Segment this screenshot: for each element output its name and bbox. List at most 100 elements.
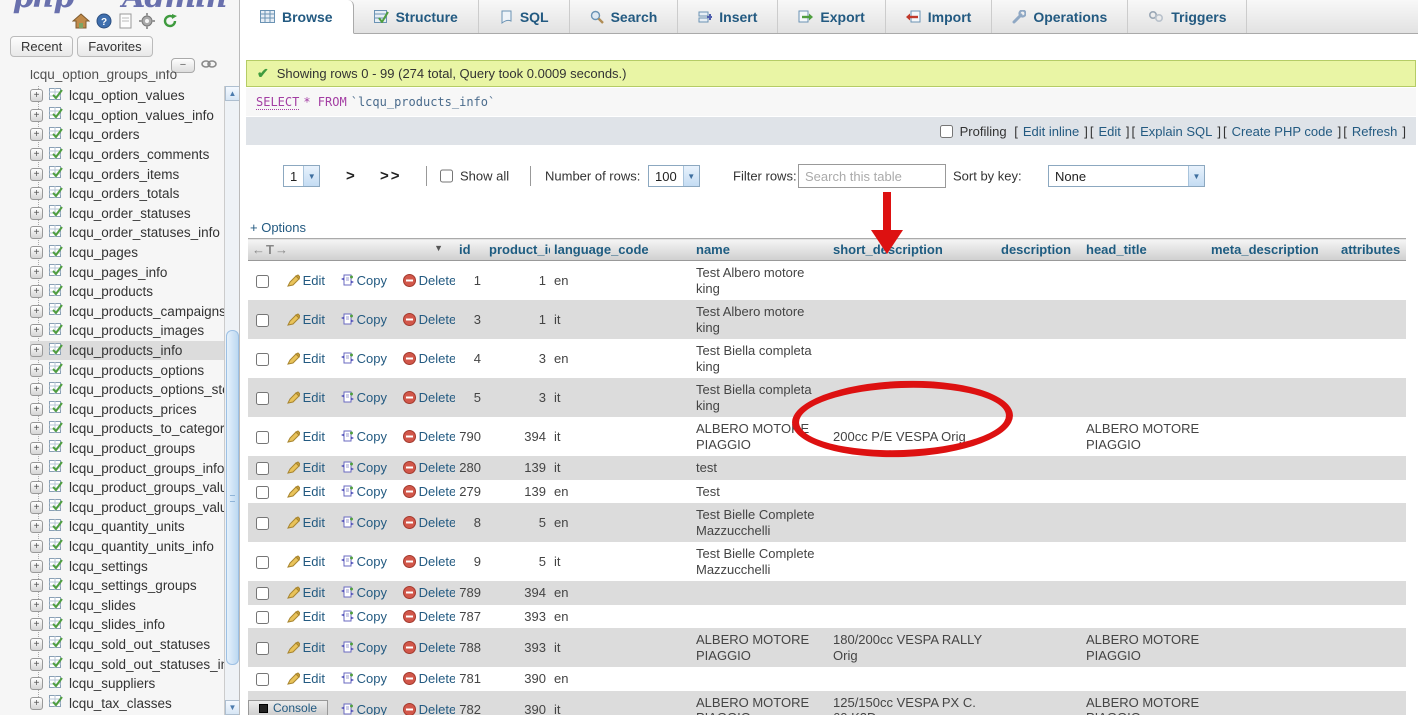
column-header-description[interactable]: description (997, 239, 1082, 261)
delete-link[interactable]: Delete (403, 429, 455, 444)
help-icon[interactable]: ? (96, 13, 112, 29)
expand-plus-icon[interactable]: + (30, 364, 43, 377)
edit-link[interactable]: Edit (287, 460, 325, 475)
tab-export[interactable]: Export (778, 0, 885, 33)
tab-structure[interactable]: Structure (354, 0, 479, 33)
delete-link[interactable]: Delete (403, 390, 455, 405)
tab-insert[interactable]: Insert (678, 0, 778, 33)
row-checkbox[interactable] (256, 314, 269, 327)
scroll-down-icon[interactable]: ▼ (225, 700, 239, 715)
delete-link[interactable]: Delete (403, 640, 455, 655)
expand-plus-icon[interactable]: + (30, 540, 43, 553)
tab-browse[interactable]: Browse (240, 0, 354, 34)
sidebar-scrollbar[interactable]: ▲ ▼ (224, 86, 239, 715)
edit-link[interactable]: Edit (287, 429, 325, 444)
copy-link[interactable]: Copy (341, 515, 387, 530)
copy-link[interactable]: Copy (341, 484, 387, 499)
expand-plus-icon[interactable]: + (30, 599, 43, 612)
sidebar-table-item[interactable]: + lcqu_option_values (30, 86, 239, 106)
sidebar-table-item[interactable]: + lcqu_sold_out_statuses (30, 635, 239, 655)
edit-link[interactable]: Edit (287, 390, 325, 405)
doc-icon[interactable] (118, 13, 133, 29)
delete-link[interactable]: Delete (403, 484, 455, 499)
sidebar-table-item[interactable]: + lcqu_option_values_info (30, 106, 239, 126)
row-checkbox[interactable] (256, 611, 269, 624)
column-header-short-description[interactable]: short_description (829, 239, 997, 261)
column-options-arrow-icon[interactable]: ▼ (434, 243, 443, 253)
expand-plus-icon[interactable]: + (30, 168, 43, 181)
sidebar-table-item[interactable]: + lcqu_settings_groups (30, 576, 239, 596)
copy-link[interactable]: Copy (341, 585, 387, 600)
copy-link[interactable]: Copy (341, 671, 387, 686)
row-checkbox[interactable] (256, 587, 269, 600)
copy-link[interactable]: Copy (341, 702, 387, 715)
show-all-checkbox[interactable] (440, 170, 453, 183)
column-header-id[interactable]: id (455, 239, 485, 261)
sidebar-table-item[interactable]: + lcqu_quantity_units (30, 517, 239, 537)
edit-link[interactable]: Edit (287, 351, 325, 366)
edit-link[interactable]: Edit (287, 585, 325, 600)
expand-plus-icon[interactable]: + (30, 187, 43, 200)
edit-link[interactable]: Edit (287, 671, 325, 686)
tab-sql[interactable]: SQL (479, 0, 570, 33)
delete-link[interactable]: Delete (403, 273, 455, 288)
row-checkbox[interactable] (256, 673, 269, 686)
edit-link[interactable]: Edit (287, 609, 325, 624)
next-page-link[interactable]: > (346, 168, 357, 185)
sidebar-table-item[interactable]: + lcqu_tax_classes (30, 693, 239, 713)
sql-keyword[interactable]: SELECT (256, 95, 299, 110)
column-header-head-title[interactable]: head_title (1082, 239, 1207, 261)
expand-plus-icon[interactable]: + (30, 618, 43, 631)
expand-plus-icon[interactable]: + (30, 501, 43, 514)
sidebar-table-item[interactable]: + lcqu_pages_info (30, 262, 239, 282)
edit-inline-link[interactable]: Edit inline (1023, 124, 1079, 139)
expand-plus-icon[interactable]: + (30, 422, 43, 435)
edit-link[interactable]: Edit (287, 273, 325, 288)
sidebar-table-item[interactable]: + lcqu_order_statuses (30, 204, 239, 224)
edit-link[interactable]: Edit (287, 484, 325, 499)
delete-link[interactable]: Delete (403, 609, 455, 624)
column-header-meta-description[interactable]: meta_description (1207, 239, 1337, 261)
sidebar-table-item[interactable]: + lcqu_order_statuses_info (30, 223, 239, 243)
expand-plus-icon[interactable]: + (30, 560, 43, 573)
scroll-up-icon[interactable]: ▲ (225, 86, 239, 101)
expand-plus-icon[interactable]: + (30, 658, 43, 671)
expand-plus-icon[interactable]: + (30, 462, 43, 475)
row-checkbox[interactable] (256, 431, 269, 444)
num-rows-select[interactable]: 100▼ (648, 165, 700, 187)
edit-link[interactable]: Edit (287, 515, 325, 530)
sidebar-item-partial[interactable]: lcqu_option_groups_info (30, 70, 210, 85)
sidebar-table-item[interactable]: + lcqu_products_images (30, 321, 239, 341)
column-header-product-id[interactable]: product_id (485, 239, 550, 261)
expand-plus-icon[interactable]: + (30, 266, 43, 279)
refresh-link[interactable]: Refresh (1352, 124, 1398, 139)
page-select[interactable]: 1▼ (283, 165, 320, 187)
row-checkbox[interactable] (256, 392, 269, 405)
expand-plus-icon[interactable]: + (30, 89, 43, 102)
row-checkbox[interactable] (256, 556, 269, 569)
edit-link[interactable]: Edit (287, 640, 325, 655)
column-header-attributes[interactable]: attributes (1337, 239, 1406, 261)
tab-search[interactable]: Search (570, 0, 679, 33)
sort-key-select[interactable]: None▼ (1048, 165, 1205, 187)
delete-link[interactable]: Delete (403, 351, 455, 366)
expand-plus-icon[interactable]: + (30, 148, 43, 161)
copy-link[interactable]: Copy (341, 312, 387, 327)
tab-triggers[interactable]: Triggers (1128, 0, 1247, 33)
scrollbar-thumb[interactable] (226, 330, 239, 665)
delete-link[interactable]: Delete (403, 554, 455, 569)
home-icon[interactable] (72, 13, 90, 29)
expand-plus-icon[interactable]: + (30, 442, 43, 455)
expand-plus-icon[interactable]: + (30, 677, 43, 690)
expand-plus-icon[interactable]: + (30, 109, 43, 122)
console-toggle[interactable]: Console (248, 700, 328, 715)
expand-plus-icon[interactable]: + (30, 246, 43, 259)
copy-link[interactable]: Copy (341, 554, 387, 569)
expand-plus-icon[interactable]: + (30, 305, 43, 318)
row-checkbox[interactable] (256, 462, 269, 475)
sidebar-table-item[interactable]: + lcqu_orders_totals (30, 184, 239, 204)
sidebar-table-item[interactable]: + lcqu_product_groups (30, 439, 239, 459)
copy-link[interactable]: Copy (341, 640, 387, 655)
sidebar-table-item[interactable]: + lcqu_quantity_units_info (30, 537, 239, 557)
sidebar-table-item[interactable]: + lcqu_product_groups_info (30, 458, 239, 478)
